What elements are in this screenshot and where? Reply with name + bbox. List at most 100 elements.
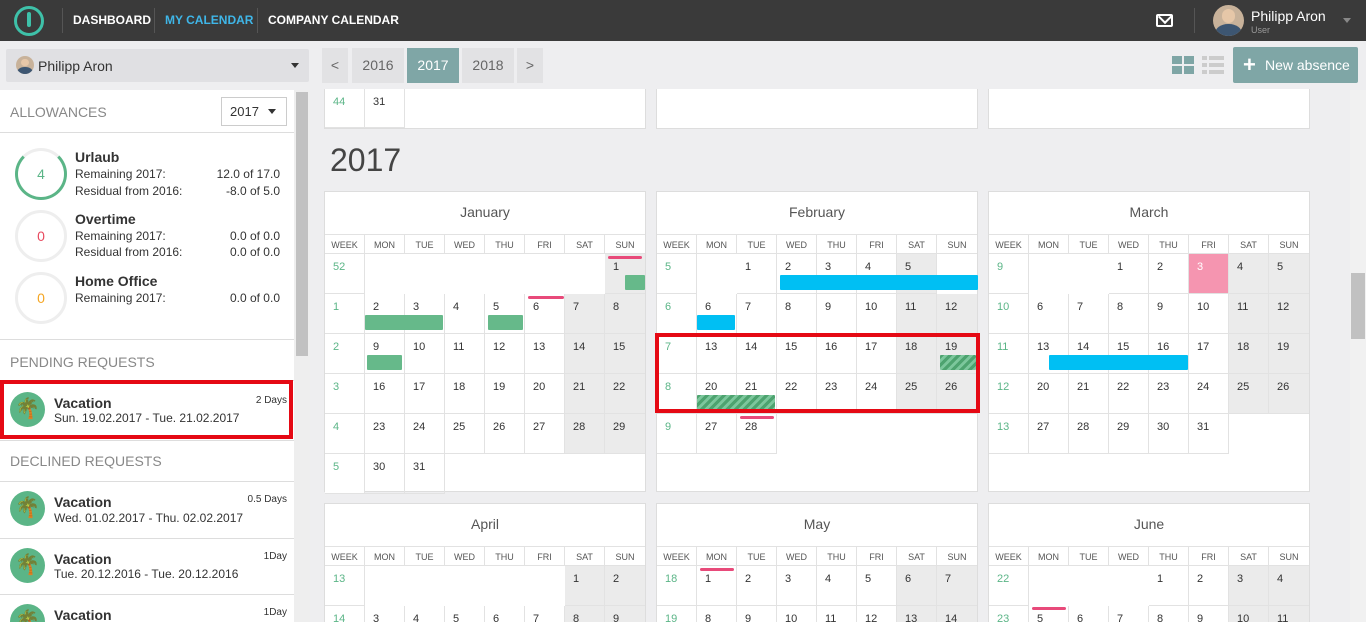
day-cell[interactable]: 4 (445, 294, 485, 334)
day-cell[interactable]: 8 (1109, 294, 1149, 334)
day-cell[interactable]: 12 (485, 334, 525, 374)
day-cell[interactable]: 31 (405, 454, 445, 494)
vacation-bar[interactable] (488, 315, 523, 330)
user-name[interactable]: Philipp Aron (1251, 8, 1326, 24)
day-cell[interactable]: 7 (1069, 294, 1109, 334)
day-cell[interactable]: 25 (445, 414, 485, 454)
day-cell[interactable]: 30 (365, 454, 405, 494)
day-cell[interactable]: 19 (485, 374, 525, 414)
new-absence-button[interactable]: + New absence (1233, 47, 1358, 83)
day-cell[interactable]: 11 (1269, 606, 1309, 622)
year-2017-button[interactable]: 2017 (407, 48, 459, 83)
day-cell[interactable]: 3 (1189, 254, 1229, 294)
day-cell[interactable]: 7 (737, 294, 777, 334)
day-cell[interactable]: 2 (605, 566, 645, 606)
day-cell[interactable]: 21 (1069, 374, 1109, 414)
day-cell[interactable]: 1 (1149, 566, 1189, 606)
day-cell[interactable]: 28 (737, 414, 777, 454)
day-cell[interactable]: 7 (937, 566, 977, 606)
day-cell[interactable]: 9 (605, 606, 645, 622)
day-cell[interactable]: 30 (1149, 414, 1189, 454)
day-cell[interactable]: 2 (1189, 566, 1229, 606)
day-cell[interactable]: 15 (605, 334, 645, 374)
calendar-scrollbar-thumb[interactable] (1351, 273, 1365, 339)
day-cell[interactable]: 13 (525, 334, 565, 374)
day-cell[interactable]: 14 (565, 334, 605, 374)
day-cell[interactable]: 5 (445, 606, 485, 622)
next-year-button[interactable]: > (517, 48, 543, 83)
vacation-bar[interactable] (365, 315, 443, 330)
nav-dashboard[interactable]: DASHBOARD (73, 0, 151, 41)
vacation-bar[interactable] (625, 275, 645, 290)
vacation-bar[interactable] (367, 355, 402, 370)
day-cell[interactable]: 22 (605, 374, 645, 414)
declined-request-item[interactable]: 🌴 Vacation 1Day (0, 595, 294, 622)
day-cell[interactable]: 21 (565, 374, 605, 414)
day-cell[interactable]: 27 (697, 414, 737, 454)
app-logo-icon[interactable] (14, 6, 44, 36)
nav-company-calendar[interactable]: COMPANY CALENDAR (268, 0, 399, 41)
user-select[interactable]: Philipp Aron (6, 49, 309, 82)
day-cell[interactable]: 6 (485, 606, 525, 622)
day-cell[interactable]: 8 (697, 606, 737, 622)
grid-view-icon[interactable] (1172, 56, 1194, 74)
day-cell[interactable]: 2 (737, 566, 777, 606)
absence-bar[interactable] (697, 315, 735, 330)
day-cell[interactable]: 18 (1229, 334, 1269, 374)
day-cell[interactable]: 16 (365, 374, 405, 414)
day-cell[interactable]: 10 (1189, 294, 1229, 334)
day-cell[interactable]: 17 (1189, 334, 1229, 374)
day-cell[interactable]: 1 (1109, 254, 1149, 294)
declined-request-item[interactable]: 🌴 Vacation Wed. 01.02.2017 - Thu. 02.02.… (0, 482, 294, 538)
day-cell[interactable]: 31 (365, 89, 405, 128)
day-cell[interactable]: 8 (777, 294, 817, 334)
day-cell[interactable]: 8 (1149, 606, 1189, 622)
day-cell[interactable]: 12 (1269, 294, 1309, 334)
day-cell[interactable]: 2 (1149, 254, 1189, 294)
day-cell[interactable]: 3 (777, 566, 817, 606)
day-cell[interactable]: 5 (1269, 254, 1309, 294)
day-cell[interactable]: 6 (897, 566, 937, 606)
year-2016-button[interactable]: 2016 (352, 48, 404, 83)
day-cell[interactable]: 23 (1149, 374, 1189, 414)
absence-bar[interactable] (780, 275, 978, 290)
day-cell[interactable]: 28 (565, 414, 605, 454)
user-avatar[interactable] (1213, 5, 1244, 36)
day-cell[interactable]: 26 (1269, 374, 1309, 414)
year-2018-button[interactable]: 2018 (462, 48, 514, 83)
list-view-icon[interactable] (1202, 56, 1224, 74)
prev-year-button[interactable]: < (322, 48, 348, 83)
sidebar-scrollbar-thumb[interactable] (296, 92, 308, 356)
day-cell[interactable]: 3 (1229, 566, 1269, 606)
nav-my-calendar[interactable]: MY CALENDAR (165, 0, 253, 41)
day-cell[interactable]: 8 (605, 294, 645, 334)
day-cell[interactable]: 5 (857, 566, 897, 606)
absence-bar[interactable] (1049, 355, 1188, 370)
mail-icon[interactable] (1156, 14, 1173, 27)
day-cell[interactable]: 25 (1229, 374, 1269, 414)
day-cell[interactable]: 14 (937, 606, 977, 622)
day-cell[interactable]: 1 (565, 566, 605, 606)
user-menu-chevron-down-icon[interactable] (1343, 18, 1351, 23)
day-cell[interactable]: 7 (1109, 606, 1149, 622)
day-cell[interactable]: 28 (1069, 414, 1109, 454)
day-cell[interactable]: 9 (1189, 606, 1229, 622)
day-cell[interactable]: 12 (857, 606, 897, 622)
day-cell[interactable]: 7 (525, 606, 565, 622)
day-cell[interactable]: 27 (525, 414, 565, 454)
day-cell[interactable]: 6 (525, 294, 565, 334)
day-cell[interactable]: 17 (405, 374, 445, 414)
day-cell[interactable]: 31 (1189, 414, 1229, 454)
day-cell[interactable]: 20 (525, 374, 565, 414)
day-cell[interactable]: 10 (857, 294, 897, 334)
day-cell[interactable]: 6 (1029, 294, 1069, 334)
day-cell[interactable]: 24 (1189, 374, 1229, 414)
day-cell[interactable]: 7 (565, 294, 605, 334)
day-cell[interactable]: 6 (1069, 606, 1109, 622)
day-cell[interactable]: 13 (897, 606, 937, 622)
day-cell[interactable]: 29 (1109, 414, 1149, 454)
day-cell[interactable]: 18 (445, 374, 485, 414)
day-cell[interactable]: 11 (897, 294, 937, 334)
day-cell[interactable]: 20 (1029, 374, 1069, 414)
day-cell[interactable]: 4 (405, 606, 445, 622)
